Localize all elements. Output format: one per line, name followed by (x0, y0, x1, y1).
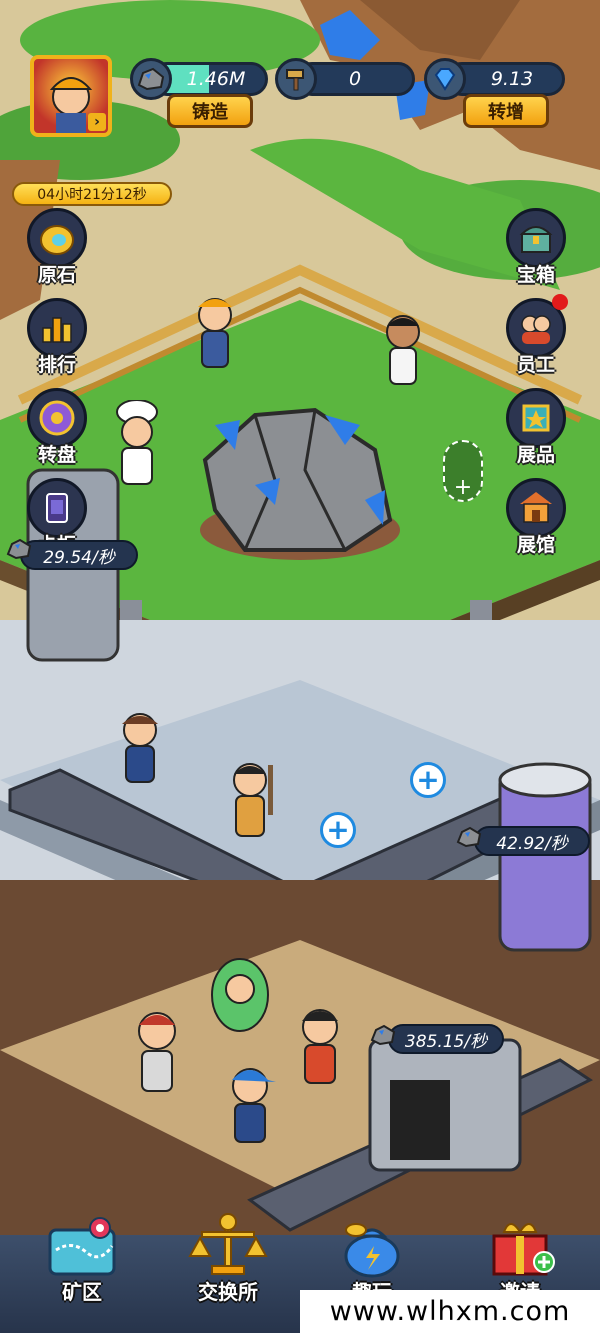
empty-worker-slot-icon[interactable]: + (443, 440, 483, 502)
notification-dot-icon (552, 294, 568, 310)
rate-bottom-value: 385.15/秒 (404, 1031, 488, 1052)
add-worker-button-1[interactable]: + (410, 762, 446, 798)
side-label-raw-ore: 原石 (37, 264, 76, 286)
rate-middle-value: 42.92/秒 (496, 833, 568, 854)
miner-character (190, 295, 240, 375)
hammer-value: 0 (348, 68, 362, 90)
shovel-worker-character (222, 760, 282, 845)
mine-map-icon (48, 1217, 116, 1276)
transfer-button-label: 转增 (488, 102, 524, 123)
money-bag-icon (344, 1223, 400, 1278)
player-avatar[interactable]: › (30, 55, 112, 137)
side-button-ranking[interactable]: 排行 (17, 298, 97, 378)
side-button-wheel[interactable]: 转盘 (17, 388, 97, 468)
side-button-gallery[interactable]: 展馆 (496, 478, 576, 558)
countdown-timer: 04小时21分12秒 (12, 182, 172, 206)
lucky-wheel-icon (27, 388, 87, 448)
guitar-girl-character (290, 1005, 350, 1090)
production-rate-bottom: 385.15/秒 (388, 1024, 504, 1054)
rate-top-value: 29.54/秒 (43, 547, 115, 568)
side-label-wheel: 转盘 (37, 444, 76, 466)
nav-label-mine-area: 矿区 (62, 1280, 102, 1304)
add-worker-button-2[interactable]: + (320, 812, 356, 848)
cap-worker-character (220, 1060, 280, 1150)
side-button-exhibits[interactable]: 展品 (496, 388, 576, 468)
gift-box-icon (492, 1223, 555, 1276)
ponytail-girl-character (110, 710, 170, 790)
gold-ore-icon (27, 208, 87, 268)
card-cabinet-icon (27, 478, 87, 538)
nav-exchange[interactable]: 交换所 (178, 1210, 278, 1310)
kid-character (130, 1005, 185, 1100)
rate-middle-gem-icon (456, 826, 482, 852)
side-label-ranking: 排行 (37, 354, 76, 376)
gallery-icon (506, 478, 566, 538)
site-watermark: www.wlhxm.com (300, 1290, 600, 1333)
treasure-chest-icon (506, 208, 566, 268)
production-rate-top: 29.54/秒 (20, 540, 138, 570)
dinosaur-costume-character (205, 955, 275, 1035)
side-button-workers[interactable]: 员工 (496, 294, 576, 378)
rate-ore-icon (6, 538, 32, 564)
exhibit-icon (506, 388, 566, 448)
side-label-treasure: 宝箱 (516, 264, 555, 286)
nav-label-exchange: 交换所 (198, 1280, 258, 1304)
side-label-exhibits: 展品 (516, 444, 555, 466)
nav-mine-area[interactable]: 矿区 (32, 1210, 132, 1310)
rate-bottom-ore-icon (370, 1024, 396, 1050)
side-button-treasure[interactable]: 宝箱 (496, 208, 576, 288)
gem-icon (424, 58, 466, 100)
avatar-arrow-icon: › (88, 113, 106, 131)
hammer-icon (275, 58, 317, 100)
timer-text: 04小时21分12秒 (37, 187, 147, 203)
production-rate-middle: 42.92/秒 (474, 826, 590, 856)
side-label-gallery: 展馆 (516, 534, 555, 556)
ore-boulder-icon[interactable] (195, 400, 395, 560)
transfer-button[interactable]: 转增 (463, 94, 549, 128)
side-label-workers: 员工 (516, 354, 555, 376)
ore-icon (130, 58, 172, 100)
forge-button-label: 铸造 (192, 102, 228, 123)
scales-trophy-icon (188, 1213, 268, 1275)
watermark-text: www.wlhxm.com (329, 1296, 571, 1327)
side-button-raw-ore[interactable]: 原石 (17, 208, 97, 288)
ranking-trophy-icon (27, 298, 87, 358)
gem-value: 9.13 (490, 68, 534, 90)
worker-character (378, 312, 428, 392)
ore-value: 1.46M (186, 68, 246, 90)
forge-button[interactable]: 铸造 (167, 94, 253, 128)
chef-character (110, 399, 165, 490)
